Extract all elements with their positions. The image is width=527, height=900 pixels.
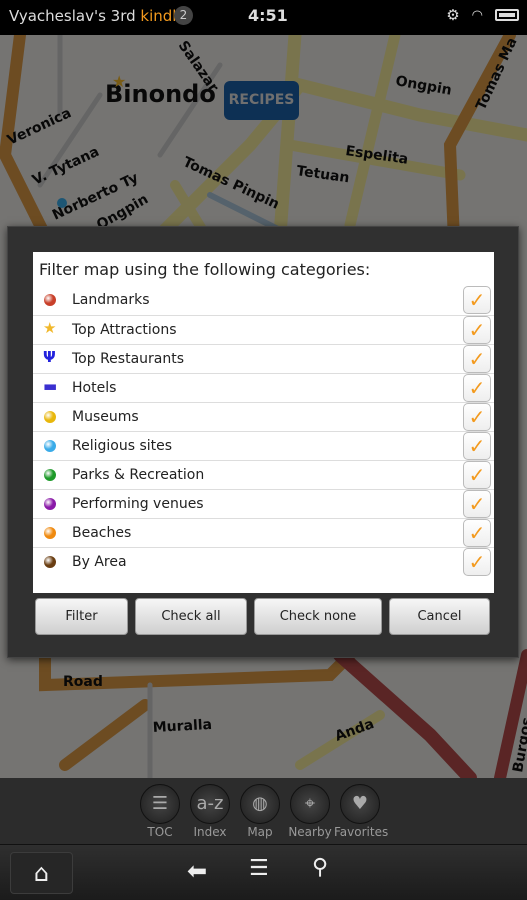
search-icon[interactable]: ⚲ <box>312 855 328 880</box>
category-row[interactable]: By Area ✓ <box>33 547 494 576</box>
category-checkbox[interactable]: ✓ <box>463 461 491 489</box>
gear-icon[interactable]: ⚙ <box>446 6 459 24</box>
category-row[interactable]: Performing venues ✓ <box>33 489 494 518</box>
clock: 4:51 <box>248 6 288 25</box>
recipes-button[interactable]: RECIPES <box>224 81 299 120</box>
app-toolbar: ☰ TOC a-z Index ◍ Map ⌖ Nearby ♥ Favorites <box>0 778 527 845</box>
category-checkbox[interactable]: ✓ <box>463 345 491 373</box>
category-label: Top Restaurants <box>72 351 185 367</box>
category-label: Top Attractions <box>72 322 177 338</box>
bed-icon: ▬ <box>43 377 58 395</box>
toolbar-label: Nearby <box>288 825 332 839</box>
filter-dialog: Filter map using the following categorie… <box>7 226 519 658</box>
globe-icon: ◍ <box>240 784 280 824</box>
category-checkbox[interactable]: ✓ <box>463 490 491 518</box>
cancel-button[interactable]: Cancel <box>389 598 490 635</box>
category-row[interactable]: ★ Top Attractions ✓ <box>33 315 494 344</box>
wifi-icon[interactable]: ◠ <box>472 8 483 23</box>
category-row[interactable]: Beaches ✓ <box>33 518 494 547</box>
home-icon: ⌂ <box>33 859 50 887</box>
street-label: Road <box>63 674 103 690</box>
category-label: Parks & Recreation <box>72 467 205 483</box>
yellow-dot-icon <box>44 411 56 423</box>
category-checkbox[interactable]: ✓ <box>463 374 491 402</box>
category-label: By Area <box>72 554 127 570</box>
category-row[interactable]: Ψ Top Restaurants ✓ <box>33 344 494 373</box>
status-bar: Vyacheslav's 3rd kindle 2 4:51 ⚙ ◠ <box>0 0 527 35</box>
category-row[interactable]: Museums ✓ <box>33 402 494 431</box>
category-label: Performing venues <box>72 496 204 512</box>
toolbar-nearby-button[interactable]: ⌖ Nearby <box>284 784 336 839</box>
check-all-button[interactable]: Check all <box>135 598 247 635</box>
orange-dot-icon <box>44 527 56 539</box>
check-none-button[interactable]: Check none <box>254 598 382 635</box>
heart-icon: ♥ <box>340 784 380 824</box>
category-checkbox[interactable]: ✓ <box>463 403 491 431</box>
category-label: Landmarks <box>72 292 150 308</box>
category-label: Museums <box>72 409 139 425</box>
toolbar-label: TOC <box>147 825 173 839</box>
back-icon[interactable]: ⬅ <box>187 857 207 885</box>
red-dot-icon <box>44 294 56 306</box>
toolbar-index-button[interactable]: a-z Index <box>184 784 236 839</box>
purple-dot-icon <box>44 498 56 510</box>
category-checkbox[interactable]: ✓ <box>463 548 491 576</box>
brown-dot-icon <box>44 556 56 568</box>
list-icon: ☰ <box>140 784 180 824</box>
category-list: Filter map using the following categorie… <box>33 252 494 593</box>
battery-icon[interactable] <box>495 9 519 21</box>
category-checkbox[interactable]: ✓ <box>463 519 491 547</box>
street-label: Tetuan <box>295 163 350 186</box>
street-label: Anda <box>333 716 376 745</box>
category-row[interactable]: Parks & Recreation ✓ <box>33 460 494 489</box>
blue-dot-icon <box>44 440 56 452</box>
notification-badge[interactable]: 2 <box>174 6 193 25</box>
toolbar-label: Map <box>247 825 273 839</box>
category-label: Religious sites <box>72 438 173 454</box>
category-row[interactable]: Landmarks ✓ <box>33 286 494 315</box>
category-checkbox[interactable]: ✓ <box>463 316 491 344</box>
star-icon[interactable]: ★ <box>112 72 126 91</box>
device-name: Vyacheslav's 3rd kindle <box>9 7 186 25</box>
crosshair-icon: ⌖ <box>290 784 330 824</box>
green-dot-icon <box>44 469 56 481</box>
dialog-title: Filter map using the following categorie… <box>39 260 371 279</box>
fork-knife-icon: Ψ <box>43 348 56 366</box>
street-label: Ongpin <box>394 73 453 99</box>
star-icon: ★ <box>43 319 57 337</box>
street-label: Muralla <box>152 717 212 736</box>
category-checkbox[interactable]: ✓ <box>463 286 491 314</box>
category-checkbox[interactable]: ✓ <box>463 432 491 460</box>
home-button[interactable]: ⌂ <box>10 852 73 894</box>
toolbar-label: Index <box>193 825 227 839</box>
toolbar-toc-button[interactable]: ☰ TOC <box>134 784 186 839</box>
toolbar-label: Favorites <box>334 825 389 839</box>
category-label: Hotels <box>72 380 117 396</box>
map-pin-icon[interactable] <box>57 198 67 208</box>
category-label: Beaches <box>72 525 132 541</box>
toolbar-map-button[interactable]: ◍ Map <box>234 784 286 839</box>
toolbar-favorites-button[interactable]: ♥ Favorites <box>334 784 389 839</box>
a-z-icon: a-z <box>190 784 230 824</box>
filter-button[interactable]: Filter <box>35 598 128 635</box>
category-row[interactable]: ▬ Hotels ✓ <box>33 373 494 402</box>
menu-icon[interactable]: ☰ <box>249 856 269 881</box>
navigation-bar: ⌂ ⬅ ☰ ⚲ <box>0 845 527 900</box>
category-row[interactable]: Religious sites ✓ <box>33 431 494 460</box>
